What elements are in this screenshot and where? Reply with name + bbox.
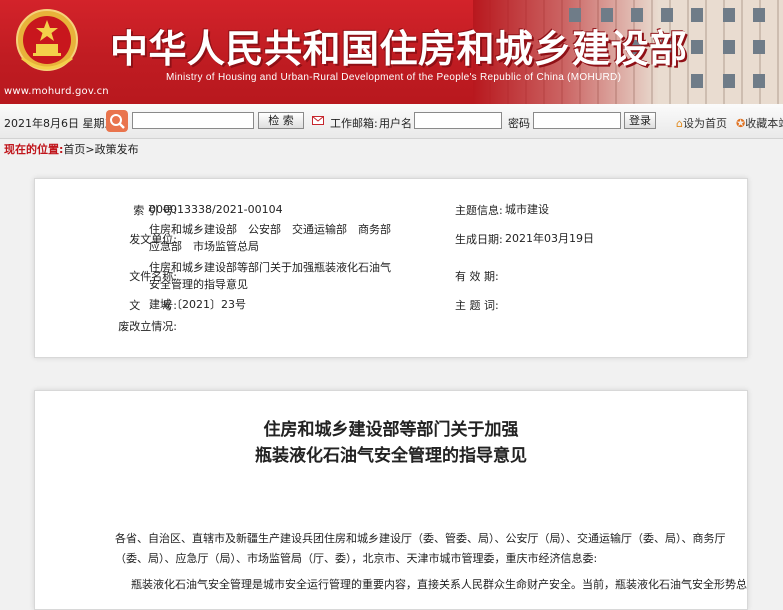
docno-value: 建城〔2021〕23号 (149, 298, 246, 311)
mail-label: 工作邮箱: (330, 117, 378, 130)
subject-label: 主题信息: (455, 204, 503, 217)
login-button[interactable]: 登录 (624, 112, 656, 129)
password-input[interactable] (533, 112, 621, 129)
site-url: www.mohurd.gov.cn (4, 86, 109, 97)
site-header: www.mohurd.gov.cn 中华人民共和国住房和城乡建设部 Minist… (0, 0, 783, 104)
date-label: 生成日期: (455, 233, 503, 246)
home-icon: ⌂ (676, 117, 683, 130)
search-button[interactable]: 检 索 (258, 112, 304, 129)
username-label: 用户名 (379, 117, 412, 130)
national-emblem-icon (16, 9, 78, 71)
article-panel: 住房和城乡建设部等部门关于加强 瓶装液化石油气安全管理的指导意见 各省、自治区、… (34, 390, 748, 610)
mail-icon (312, 116, 324, 125)
validity-label: 有 效 期: (455, 270, 499, 283)
ministry-title-cn: 中华人民共和国住房和城乡建设部 (110, 26, 688, 71)
article-body-line1: 瓶装液化石油气安全管理是城市安全运行管理的重要内容，直接关系人民群众生命财产安全… (131, 578, 747, 591)
toolbar: 2021年8月6日 星期五 检 索 工作邮箱: 用户名 密码 登录 ⌂设为首页 … (0, 104, 783, 139)
date-value: 2021年03月19日 (505, 232, 594, 245)
breadcrumb-label: 现在的位置: (4, 143, 64, 156)
filename-value: 住房和城乡建设部等部门关于加强瓶装液化石油气安全管理的指导意见 (149, 261, 391, 291)
index-value: 000013338/2021-00104 (149, 203, 283, 216)
ministry-title-en: Ministry of Housing and Urban-Rural Deve… (166, 72, 622, 83)
search-input[interactable] (132, 112, 254, 129)
bookmark-icon: ✪ (736, 117, 746, 130)
article-title-line1: 住房和城乡建设部等部门关于加强 (263, 420, 519, 440)
article-addressee-line2: （委、局）、应急厅（局）、市场监管局（厅、委），北京市、天津市城市管理委，重庆市… (115, 552, 598, 565)
set-homepage-link[interactable]: ⌂设为首页 (676, 115, 727, 131)
document-info-panel: 索 引 号: 000013338/2021-00104 主题信息: 城市建设 发… (34, 178, 748, 358)
breadcrumb-path[interactable]: 首页>政策发布 (63, 143, 138, 156)
bookmark-link[interactable]: ✪收藏本站 (736, 115, 783, 131)
article-addressee-line1: 各省、自治区、直辖市及新疆生产建设兵团住房和城乡建设厅（委、管委、局）、公安厅（… (115, 532, 726, 545)
password-label: 密码 (508, 117, 530, 130)
abolish-label: 废改立情况: (118, 320, 177, 333)
subject-value: 城市建设 (505, 203, 549, 216)
breadcrumb: 现在的位置:首页>政策发布 (0, 138, 783, 162)
current-date: 2021年8月6日 星期五 (4, 117, 116, 130)
search-icon[interactable] (106, 110, 128, 132)
keyword-label: 主 题 词: (455, 299, 499, 312)
article-title-line2: 瓶装液化石油气安全管理的指导意见 (255, 446, 527, 466)
issuer-value: 住房和城乡建设部 公安部 交通运输部 商务部 应急部 市场监管总局 (149, 223, 402, 253)
username-input[interactable] (414, 112, 502, 129)
